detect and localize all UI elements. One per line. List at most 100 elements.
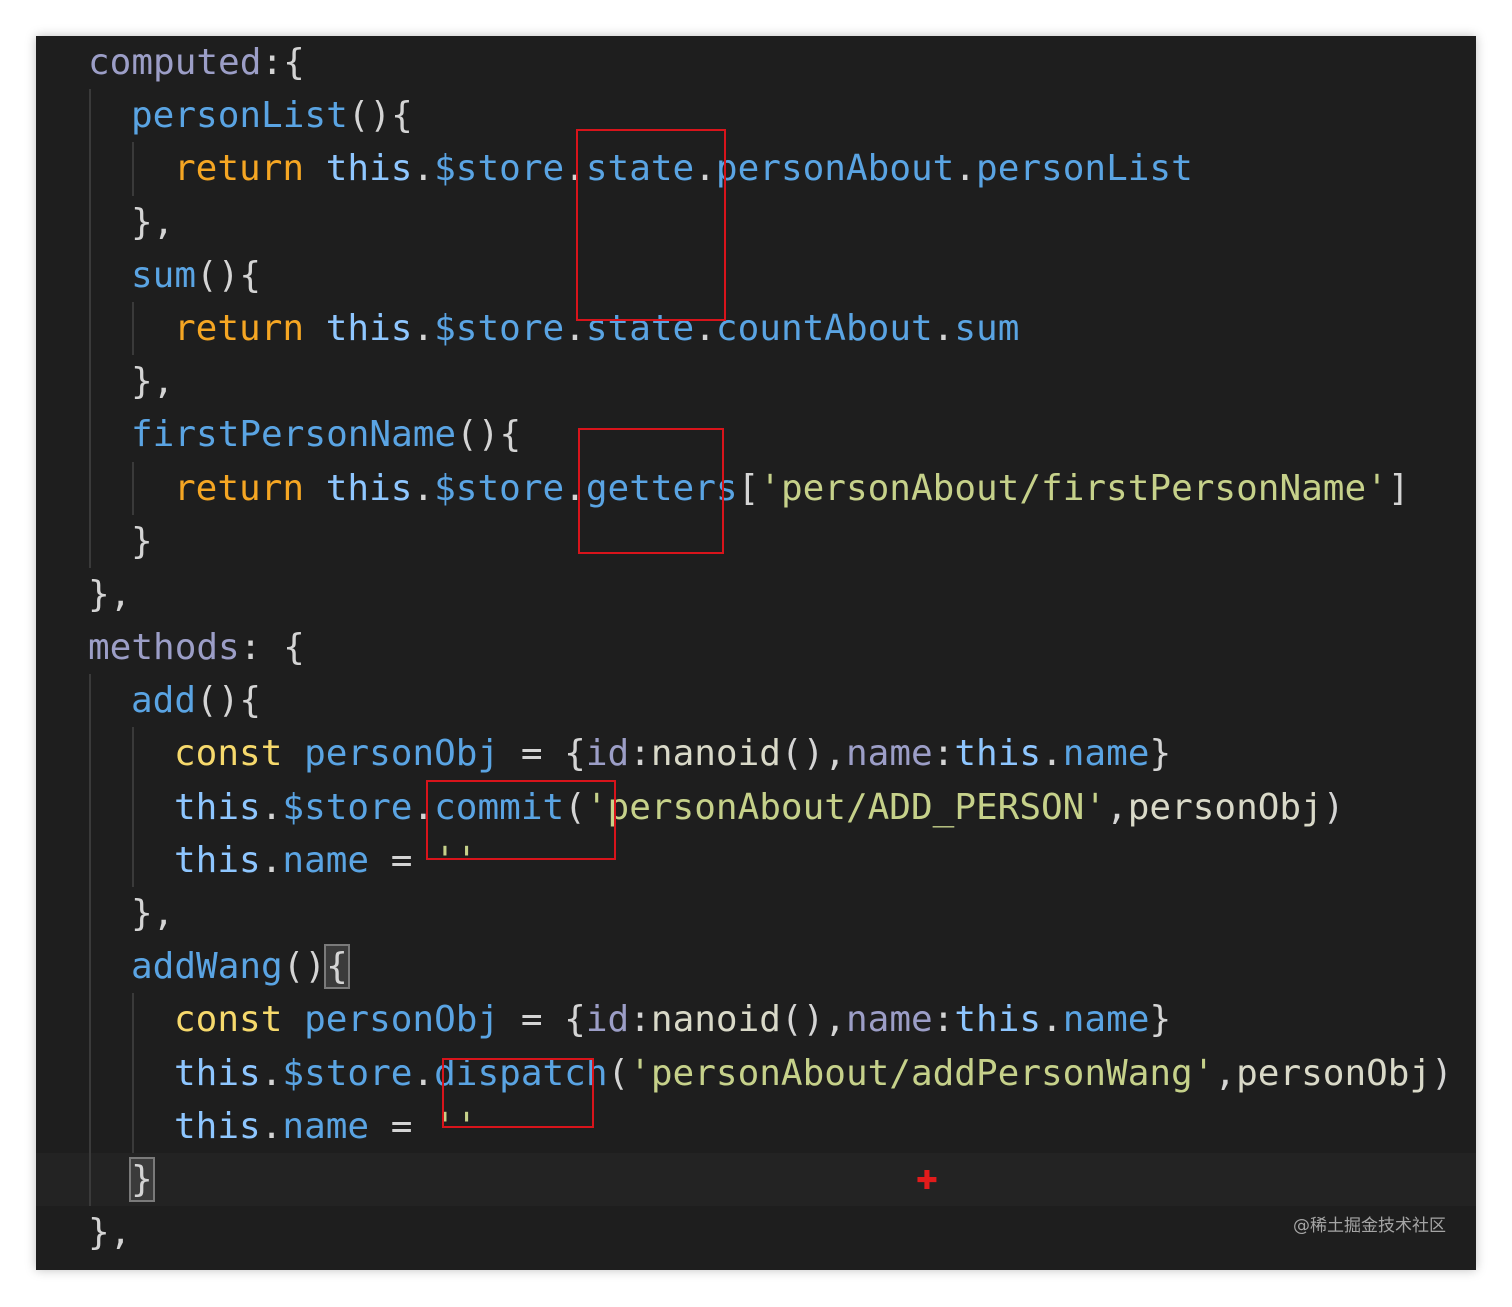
- code-token: ,: [1106, 786, 1128, 828]
- code-token: nanoid: [650, 999, 781, 1041]
- code-token: :: [629, 733, 651, 775]
- code-area[interactable]: computed:{personList(){return this.$stor…: [36, 36, 1476, 1259]
- code-token: personAbout: [715, 148, 955, 190]
- code-line-content: const personObj = {id:nanoid(),name:this…: [174, 727, 1171, 780]
- indent-guide: [89, 142, 91, 196]
- code-line[interactable]: return this.$store.state.countAbout.sum: [36, 301, 1476, 356]
- code-token: this: [174, 839, 261, 881]
- cursor-marker-icon: ✚: [916, 1166, 938, 1196]
- code-token: name: [282, 1105, 370, 1147]
- indent-guide: [89, 833, 91, 887]
- code-token: const: [174, 999, 283, 1041]
- code-token: }: [129, 1156, 155, 1202]
- code-token: 'personAbout/ADD_PERSON': [585, 786, 1107, 828]
- code-line-content: },: [131, 355, 174, 408]
- code-token: 'personAbout/firstPersonName': [759, 467, 1388, 509]
- code-token: :: [932, 733, 955, 775]
- code-line[interactable]: this.name = '': [36, 833, 1476, 887]
- code-token: .: [260, 1052, 283, 1094]
- indent-guide: [132, 780, 134, 834]
- indent-guide: [132, 142, 134, 196]
- code-token: :: [932, 999, 955, 1041]
- indent-guide: [89, 993, 91, 1047]
- code-line[interactable]: sum(){: [36, 248, 1476, 302]
- code-line[interactable]: return this.$store.state.personAbout.per…: [36, 142, 1476, 196]
- indent-guide: [89, 727, 91, 781]
- indent-guide: [132, 727, 134, 781]
- code-line-content: this.$store.commit('personAbout/ADD_PERS…: [174, 781, 1344, 834]
- code-token: = {: [499, 999, 586, 1041]
- code-line-content: this.$store.dispatch('personAbout/addPer…: [174, 1047, 1453, 1100]
- code-line[interactable]: const personObj = {id:nanoid(),name:this…: [36, 727, 1476, 781]
- code-line[interactable]: addWang(){: [36, 940, 1476, 994]
- code-token: return: [174, 148, 305, 190]
- code-token: = {: [499, 733, 586, 775]
- code-line[interactable]: computed:{: [36, 36, 1476, 89]
- code-line-content: methods: {: [88, 621, 305, 674]
- code-line[interactable]: }: [36, 514, 1476, 568]
- indent-guide: [89, 195, 91, 249]
- code-token: (){: [196, 680, 262, 722]
- code-token: (),: [780, 733, 846, 775]
- code-token: countAbout: [715, 307, 933, 349]
- code-line[interactable]: },: [36, 1206, 1476, 1259]
- code-line[interactable]: },: [36, 887, 1476, 941]
- code-token: this: [174, 1105, 261, 1147]
- code-line[interactable]: this.$store.commit('personAbout/ADD_PERS…: [36, 780, 1476, 834]
- code-line[interactable]: const personObj = {id:nanoid(),name:this…: [36, 993, 1476, 1047]
- code-line[interactable]: methods: {: [36, 621, 1476, 674]
- code-line[interactable]: return this.$store.getters['personAbout/…: [36, 461, 1476, 515]
- code-line[interactable]: }: [36, 1152, 1476, 1207]
- highlight-box-commit: [426, 780, 616, 860]
- indent-guide: [89, 780, 91, 834]
- code-token: }: [1149, 999, 1172, 1041]
- code-editor-screenshot: computed:{personList(){return this.$stor…: [36, 36, 1476, 1270]
- code-line-content: },: [88, 568, 131, 621]
- code-token: (),: [780, 999, 846, 1041]
- code-line[interactable]: personList(){: [36, 89, 1476, 143]
- code-token: this: [325, 148, 413, 190]
- code-token: {: [324, 944, 350, 990]
- code-token: const: [174, 733, 283, 775]
- indent-guide: [89, 1046, 91, 1100]
- highlight-box-state: [576, 129, 726, 321]
- code-token: return: [174, 467, 305, 509]
- code-token: computed: [88, 42, 262, 83]
- indent-guide: [89, 674, 91, 728]
- code-token: .: [954, 148, 977, 190]
- code-token: $store: [434, 307, 565, 349]
- code-token: ): [1431, 1052, 1453, 1094]
- indent-guide: [89, 408, 91, 462]
- code-line-content: }: [131, 515, 153, 568]
- code-line[interactable]: },: [36, 568, 1476, 621]
- code-line[interactable]: this.$store.dispatch('personAbout/addPer…: [36, 1046, 1476, 1100]
- code-token: 'personAbout/addPersonWang': [629, 1052, 1215, 1094]
- code-line[interactable]: },: [36, 195, 1476, 249]
- code-token: personObj: [1236, 1052, 1432, 1094]
- code-token: }: [1149, 733, 1172, 775]
- code-token: name: [845, 733, 933, 775]
- code-line-content: firstPersonName(){: [131, 408, 521, 461]
- code-token: ): [1322, 786, 1345, 828]
- highlight-box-getters: [578, 428, 724, 554]
- code-line-content: this.name = '': [174, 1100, 477, 1153]
- code-token: this: [325, 467, 413, 509]
- code-token: .: [260, 1105, 283, 1147]
- code-line[interactable]: add(){: [36, 674, 1476, 728]
- code-token: personObj: [1127, 786, 1323, 828]
- code-token: .: [932, 307, 955, 349]
- code-line-content: const personObj = {id:nanoid(),name:this…: [174, 993, 1171, 1046]
- code-token: name: [1062, 999, 1150, 1041]
- code-token: name: [282, 839, 370, 881]
- indent-guide: [89, 1099, 91, 1153]
- code-line[interactable]: firstPersonName(){: [36, 408, 1476, 462]
- code-line[interactable]: this.name = '': [36, 1099, 1476, 1153]
- code-line-content: return this.$store.getters['personAbout/…: [174, 462, 1410, 515]
- code-token: nanoid: [650, 733, 781, 775]
- code-token: : {: [239, 627, 305, 669]
- code-token: return: [174, 307, 305, 349]
- code-line[interactable]: },: [36, 355, 1476, 409]
